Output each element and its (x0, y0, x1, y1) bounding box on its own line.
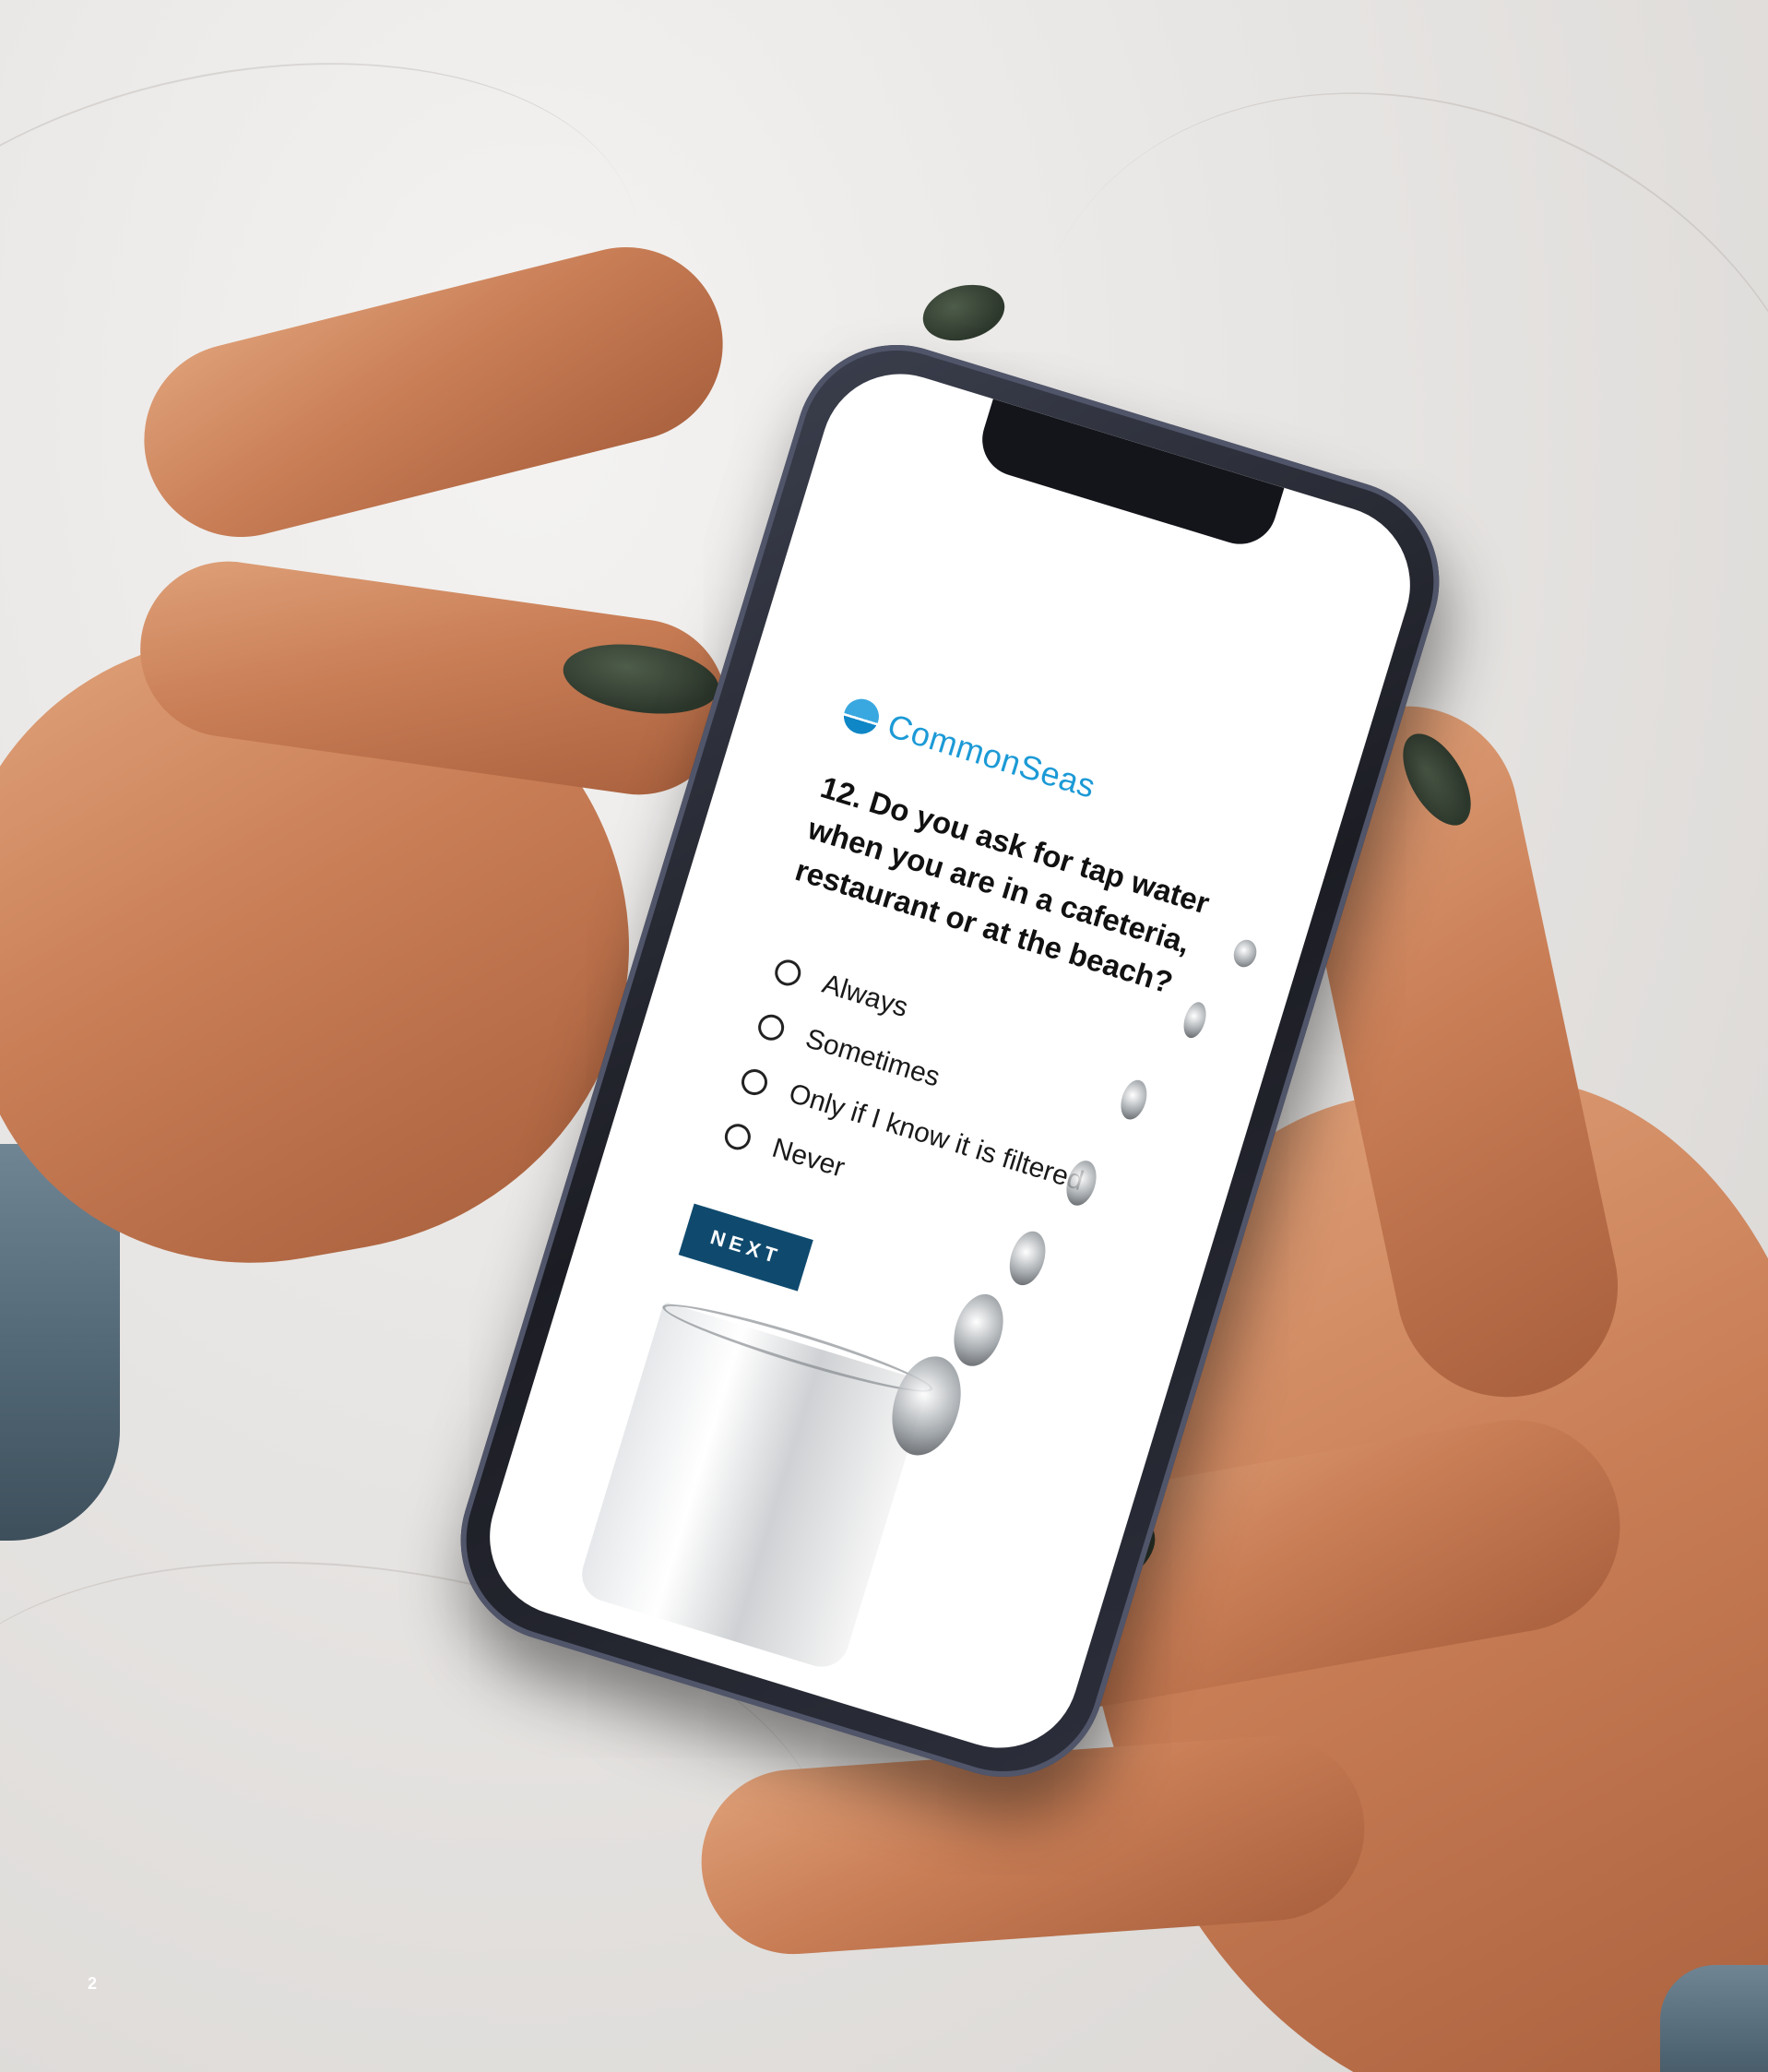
radio-icon[interactable] (738, 1066, 771, 1099)
option-label: Never (768, 1132, 848, 1184)
left-thumb-nail (917, 276, 1011, 350)
wave-logo-icon (839, 694, 884, 739)
page-number: 2 (88, 1974, 98, 1993)
next-button[interactable]: NEXT (678, 1203, 813, 1292)
photo-scene: CommonSeas 12. Do you ask for tap water … (0, 0, 1768, 2072)
water-splash (1230, 936, 1260, 971)
survey-form: CommonSeas 12. Do you ask for tap water … (678, 693, 1265, 1382)
right-sleeve (1660, 1965, 1768, 2072)
radio-icon[interactable] (771, 956, 804, 989)
radio-icon[interactable] (754, 1011, 788, 1044)
water-glass-image (575, 1301, 930, 1674)
radio-icon[interactable] (721, 1120, 754, 1153)
